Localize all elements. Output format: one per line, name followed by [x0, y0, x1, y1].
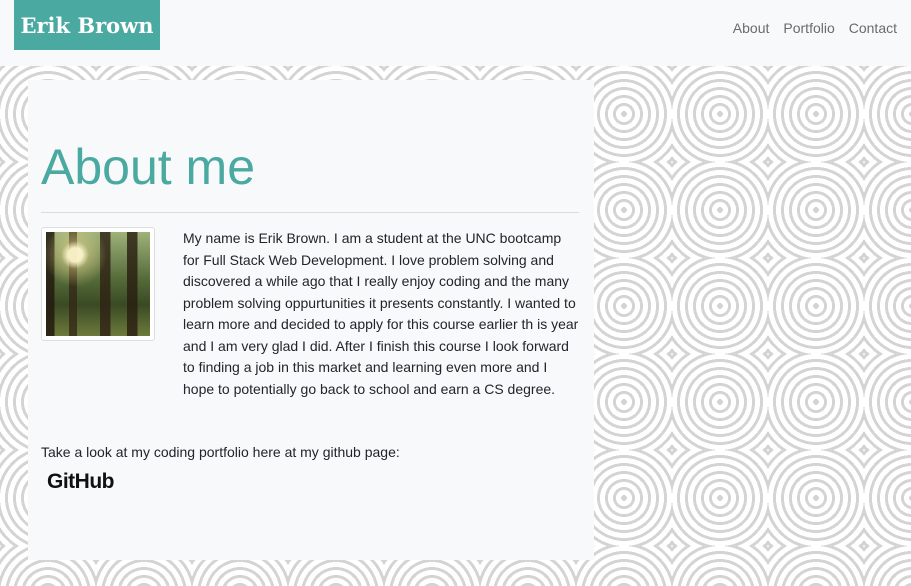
about-panel: About me My name is Erik Brown. I am a s…	[28, 80, 594, 560]
nav-link-about[interactable]: About	[733, 20, 770, 36]
github-logo-link[interactable]: GitHub	[47, 470, 114, 494]
bio-text: My name is Erik Brown. I am a student at…	[183, 230, 579, 397]
nav-link-contact[interactable]: Contact	[849, 20, 897, 36]
page-title: About me	[41, 139, 256, 195]
forest-photo-image	[46, 232, 150, 336]
profile-photo	[41, 227, 155, 341]
nav-link-portfolio[interactable]: Portfolio	[783, 20, 834, 36]
brand-logo[interactable]: Erik Brown	[14, 0, 160, 50]
navbar: Erik Brown About Portfolio Contact	[0, 0, 911, 66]
portfolio-note: Take a look at my coding portfolio here …	[41, 444, 400, 460]
nav-links: About Portfolio Contact	[719, 20, 897, 36]
title-divider	[41, 212, 579, 213]
